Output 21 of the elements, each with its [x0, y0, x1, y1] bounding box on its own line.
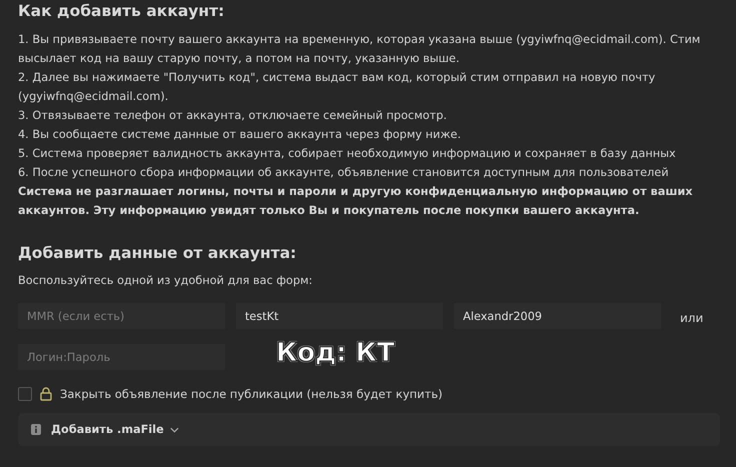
input-field[interactable]: Alexandr2009	[454, 303, 661, 329]
instruction-step: 6. После успешного сбора информации об аккаунте, объявление становится доступным для пользователей	[18, 163, 718, 182]
caret-icon	[170, 426, 179, 432]
input-field[interactable]: Логин:Пароль	[18, 344, 225, 370]
privacy-notice: Система не разглашает логины, почты и пароли и другую конфиденциальную информацию от ваших аккаунтов. Эту информацию увидят только Вы и покупатель после покупки вашего аккаунта.	[18, 184, 694, 219]
form-hint: Воспользуйтесь одной из удобной для вас форм:	[18, 274, 314, 287]
checkbox[interactable]	[18, 387, 32, 401]
info-icon	[31, 424, 41, 435]
instruction-step: 1. Вы привязываете почту вашего аккаунта на временную, которая указана выше (ygyiwfnq@ecidmail.com). Стим высылает код на вашу старую почту, а потом на почту, указанную выше.	[18, 30, 718, 68]
lock-icon	[40, 387, 52, 401]
input-field[interactable]: MMR (если есть)	[18, 303, 225, 329]
input-field[interactable]: testKt	[236, 303, 443, 329]
instruction-step: 4. Вы сообщаете системе данные от вашего аккаунта через форму ниже.	[18, 125, 718, 144]
instruction-step: 3. Отвязываете телефон от аккаунта, отключаете семейный просмотр.	[18, 106, 718, 125]
section-heading: Как добавить аккаунт:	[18, 2, 226, 20]
checkbox-label[interactable]: Закрыть объявление после публикации (нельзя будет купить)	[60, 387, 442, 401]
add-mafile-button[interactable]: Добавить .maFile	[51, 423, 179, 436]
section-heading: Добавить данные от аккаунта:	[18, 244, 298, 262]
or-label: или	[680, 311, 704, 325]
instruction-step: 2. Далее вы нажимаете "Получить код", система выдаст вам код, который стим отправил на новую почту (ygyiwfnq@ecidmail.com).	[18, 68, 718, 106]
instruction-step: 5. Система проверяет валидность аккаунта, собирает необходимую информацию и сохраняет в базу данных	[18, 144, 718, 163]
